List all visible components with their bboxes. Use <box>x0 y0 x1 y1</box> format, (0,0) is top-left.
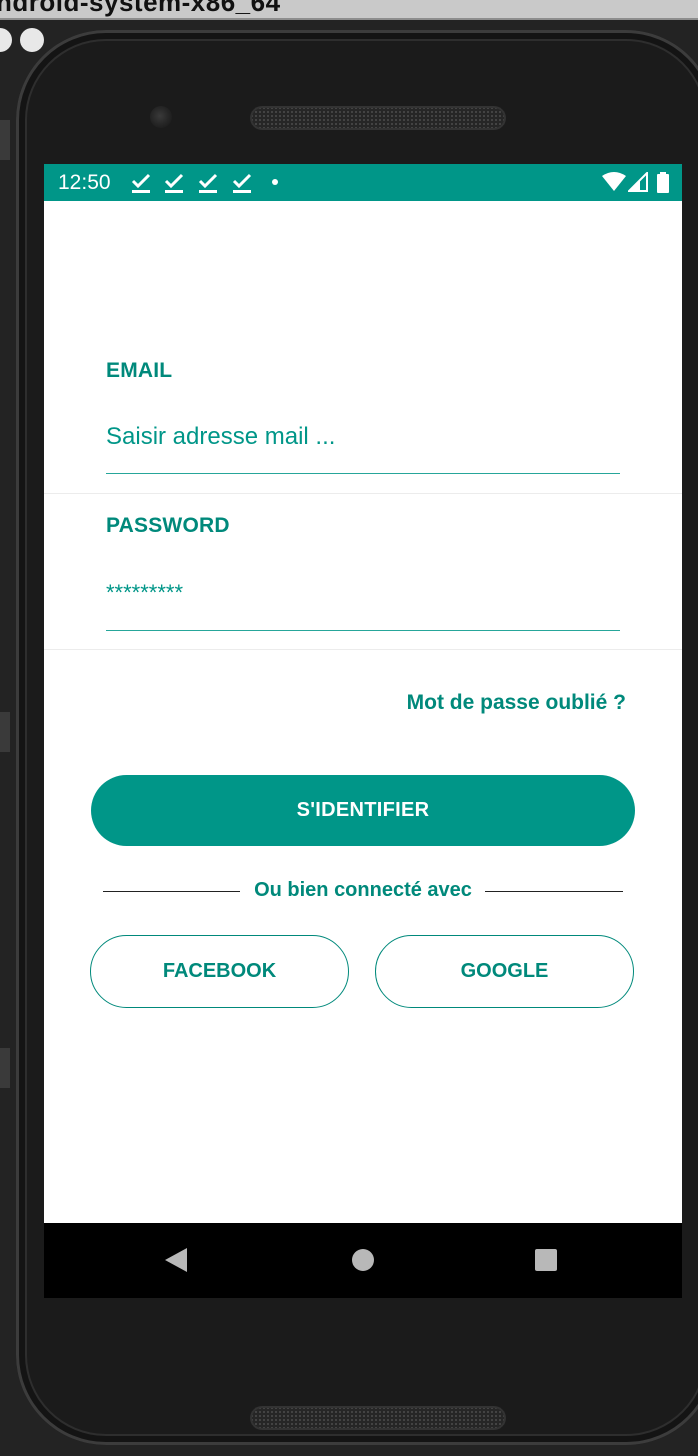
email-field[interactable] <box>106 419 620 455</box>
divider <box>44 649 682 650</box>
download-done-icon <box>231 169 253 195</box>
facebook-login-button[interactable]: FACEBOOK <box>90 935 349 1008</box>
front-camera <box>150 106 172 128</box>
bottom-speaker <box>250 1406 506 1430</box>
download-done-icon <box>197 169 219 195</box>
top-speaker <box>250 106 506 130</box>
recents-icon[interactable] <box>535 1249 557 1271</box>
login-form: EMAIL PASSWORD Mot de passe oublié ? S'I… <box>44 201 682 1223</box>
password-underline <box>106 630 620 631</box>
emulator-title: ndroid-system-x86_64 <box>0 0 281 17</box>
back-icon[interactable] <box>165 1248 187 1272</box>
battery-icon <box>657 172 669 198</box>
more-notifications-dot <box>272 179 278 185</box>
password-label: PASSWORD <box>106 514 230 537</box>
separator-line <box>485 891 623 892</box>
google-login-button[interactable]: GOOGLE <box>375 935 634 1008</box>
window-minimize-button[interactable] <box>20 28 44 52</box>
download-done-icon <box>130 169 152 195</box>
side-handle <box>0 712 10 752</box>
login-button[interactable]: S'IDENTIFIER <box>91 775 635 846</box>
divider <box>44 493 682 494</box>
navigation-bar <box>44 1223 682 1298</box>
forgot-password-link[interactable]: Mot de passe oublié ? <box>407 691 626 715</box>
alternative-login-separator: Ou bien connecté avec <box>103 877 623 905</box>
emulator-title-bar: ndroid-system-x86_64 <box>0 0 698 20</box>
side-handle <box>0 1048 10 1088</box>
email-label: EMAIL <box>106 359 173 382</box>
password-field[interactable] <box>106 575 620 611</box>
home-icon[interactable] <box>352 1249 374 1271</box>
email-underline <box>106 473 620 474</box>
signal-icon <box>626 170 648 197</box>
side-handle <box>0 120 10 160</box>
phone-screen: 12:50 EMAIL PASSWORD Mot <box>44 164 682 1298</box>
status-bar: 12:50 <box>44 164 682 201</box>
download-done-icon <box>163 169 185 195</box>
status-clock: 12:50 <box>58 171 111 194</box>
wifi-icon <box>602 172 626 197</box>
